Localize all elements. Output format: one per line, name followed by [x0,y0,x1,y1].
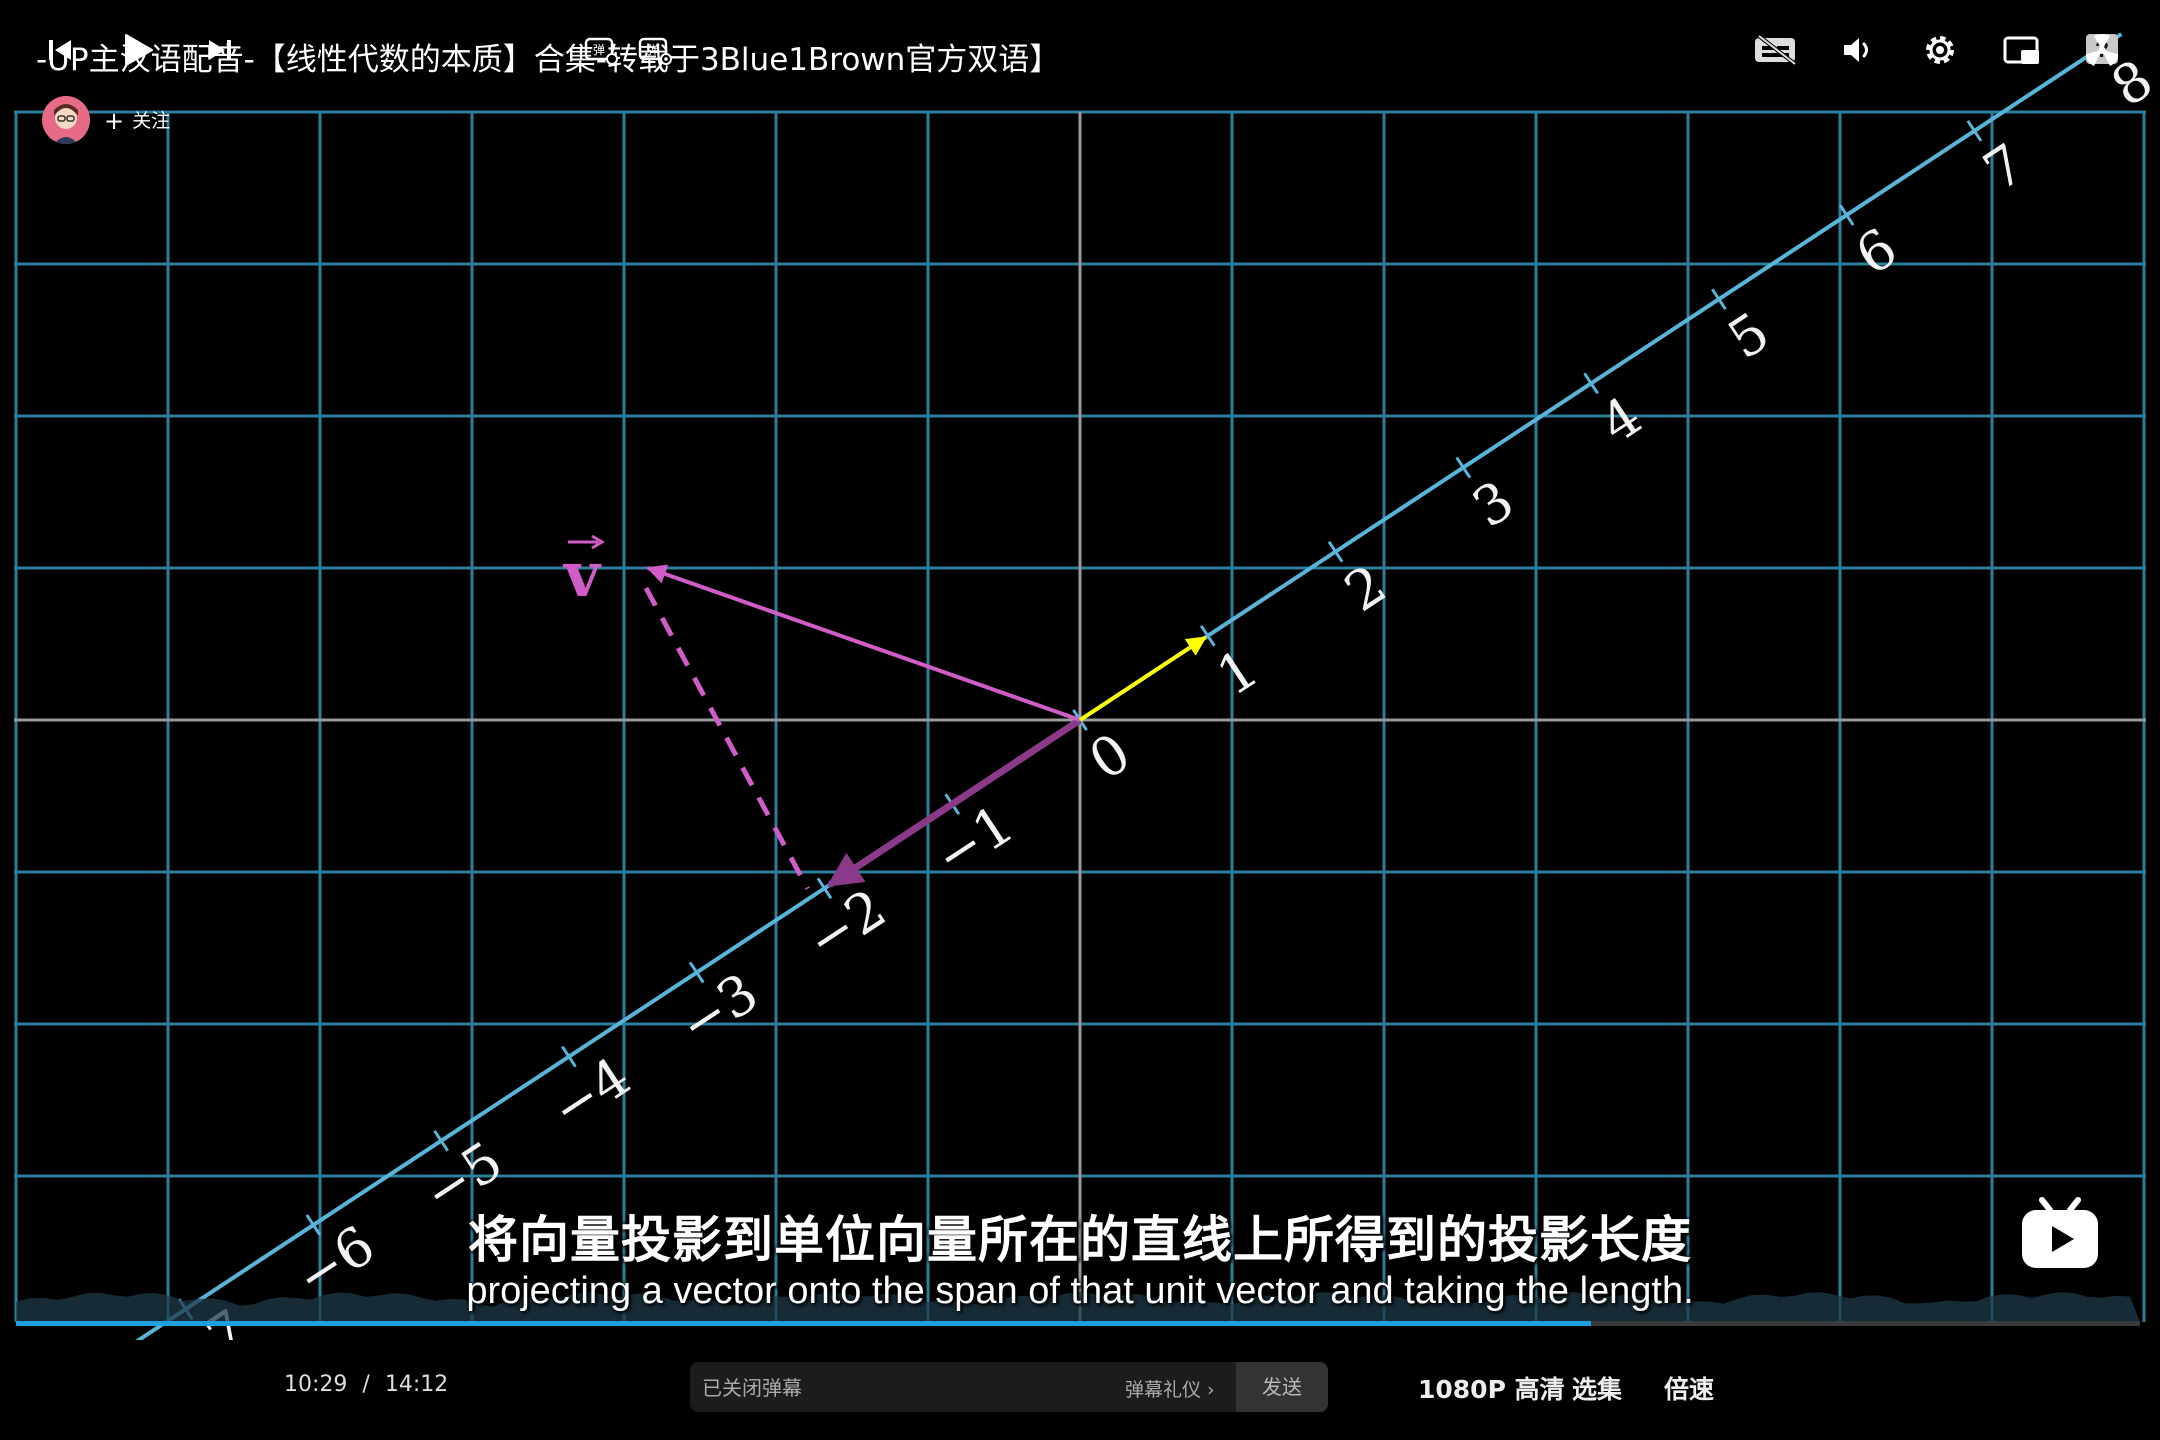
volume-icon[interactable] [1836,0,1880,100]
time-separator: / [362,1372,370,1397]
episodes-button[interactable]: 选集 [1572,1370,1622,1406]
danmaku-settings-icon[interactable]: 弹 [636,0,674,100]
video-title: -UP主汉语配音-【线性代数的本质】合集-转载于3Blue1Brown官方双语】 [36,42,1061,78]
current-time: 10:29 [284,1372,348,1397]
previous-icon[interactable] [40,0,80,100]
next-icon[interactable] [200,0,240,100]
send-button[interactable]: 发送 [1236,1362,1328,1412]
danmaku-box: 弹幕礼仪 › 发送 [690,1362,1328,1414]
quality-button[interactable]: 1080P 高清 [1418,1370,1565,1406]
follow-label: 关注 [132,110,171,132]
vector-v-label: v [562,538,602,611]
plus-icon: + [104,107,125,135]
danmaku-toggle-icon[interactable]: 弹 [582,0,620,100]
settings-icon[interactable] [1918,0,1962,100]
bilibili-tv-icon[interactable] [2018,1196,2102,1272]
svg-text:弹: 弹 [647,43,659,57]
fullscreen-icon[interactable] [2080,0,2124,100]
danmaku-etiquette-link[interactable]: 弹幕礼仪 › [1125,1375,1215,1402]
picture-in-picture-icon[interactable] [2000,0,2044,100]
subtitle-icon[interactable] [1750,0,1802,100]
duration: 14:12 [384,1372,449,1397]
avatar[interactable] [42,96,90,144]
follow-button[interactable]: + 关注 [104,106,170,135]
svg-text:弹: 弹 [593,43,605,57]
danmaku-input[interactable] [700,1362,1084,1414]
subtitle-english: projecting a vector onto the span of tha… [466,1270,1694,1312]
subtitle-chinese: 将向量投影到单位向量所在的直线上所得到的投影长度 [468,1211,1692,1269]
progress-fill [16,1321,1592,1326]
speed-button[interactable]: 倍速 [1664,1370,1714,1406]
progress-bar[interactable] [16,1321,2140,1326]
time-display: 10:29 / 14:12 [284,1372,448,1397]
play-icon[interactable] [118,0,158,100]
